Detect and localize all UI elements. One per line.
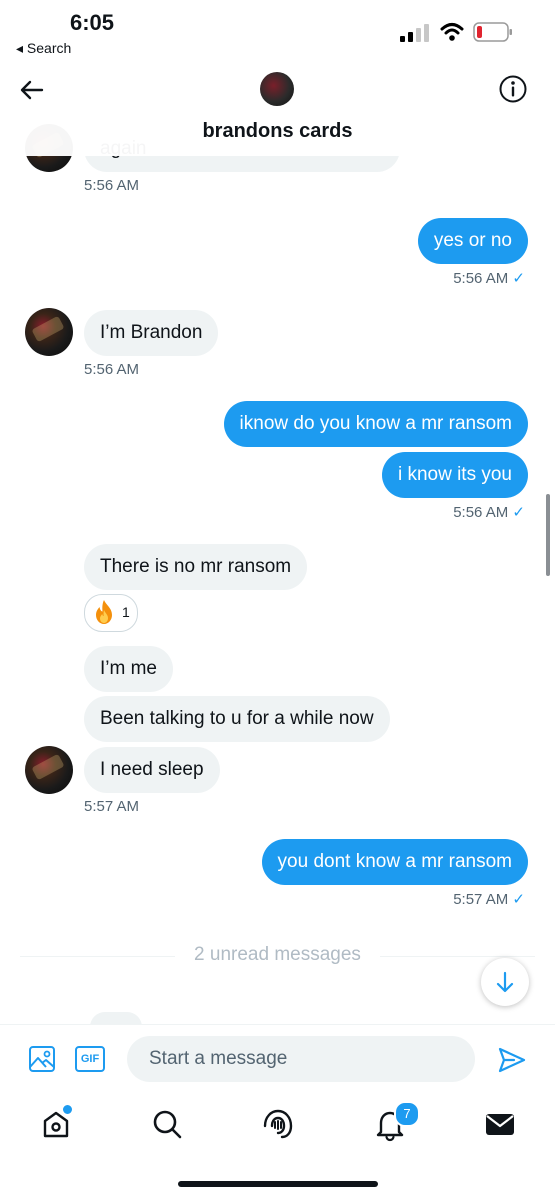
conversation-title[interactable]: brandons cards bbox=[0, 120, 555, 143]
message-bubble-outgoing[interactable]: i know its you bbox=[381, 452, 528, 498]
status-bar: 6:05 ◂ Search bbox=[0, 0, 555, 62]
message-timestamp: 5:57 AM ✓ bbox=[453, 891, 525, 908]
conversation-header: brandons cards bbox=[0, 62, 555, 156]
read-check-icon: ✓ bbox=[512, 270, 525, 287]
home-indicator[interactable] bbox=[178, 1181, 378, 1187]
unread-divider: 2 unread messages bbox=[20, 944, 535, 968]
gif-button[interactable]: GIF bbox=[75, 1046, 105, 1072]
message-bubble-incoming[interactable]: Been talking to u for a while now bbox=[84, 696, 390, 742]
message-bubble-outgoing[interactable]: iknow do you know a mr ransom bbox=[223, 401, 528, 447]
home-new-indicator bbox=[61, 1103, 74, 1116]
search-icon[interactable] bbox=[149, 1106, 185, 1142]
wifi-icon bbox=[440, 23, 464, 41]
spaces-icon[interactable] bbox=[260, 1106, 296, 1142]
message-timestamp: 5:56 AM bbox=[84, 361, 140, 378]
avatar[interactable] bbox=[25, 746, 73, 794]
message-composer: GIF bbox=[0, 1024, 555, 1095]
info-icon[interactable] bbox=[498, 74, 528, 104]
message-bubble-incoming[interactable]: I need sleep bbox=[84, 747, 220, 793]
avatar[interactable] bbox=[25, 308, 73, 356]
message-timestamp: 5:57 AM bbox=[84, 798, 140, 815]
unread-label: 2 unread messages bbox=[194, 944, 361, 965]
back-arrow-icon[interactable] bbox=[18, 76, 46, 104]
header-avatar[interactable] bbox=[260, 72, 294, 106]
back-to-app-link[interactable]: ◂ Search bbox=[16, 40, 71, 57]
message-bubble-incoming[interactable]: I’m Brandon bbox=[84, 310, 219, 356]
message-bubble-outgoing[interactable]: you dont know a mr ransom bbox=[261, 839, 528, 885]
cellular-signal-icon bbox=[400, 24, 429, 42]
reaction-count: 1 bbox=[122, 604, 130, 620]
scroll-to-bottom-button[interactable] bbox=[481, 958, 529, 1006]
message-timestamp: 5:56 AM bbox=[84, 177, 140, 194]
media-icon[interactable] bbox=[28, 1045, 56, 1073]
message-input[interactable] bbox=[127, 1036, 475, 1082]
message-bubble-outgoing[interactable]: yes or no bbox=[417, 218, 528, 264]
message-timestamp: 5:56 AM ✓ bbox=[453, 504, 525, 521]
mail-icon[interactable] bbox=[482, 1106, 518, 1142]
message-bubble-incoming[interactable]: I’m me bbox=[84, 646, 173, 692]
arrow-down-icon bbox=[496, 971, 514, 993]
message-timestamp: 5:56 AM ✓ bbox=[453, 270, 525, 287]
scrollbar[interactable] bbox=[546, 494, 550, 576]
message-bubble-incoming[interactable]: There is no mr ransom bbox=[84, 544, 308, 590]
status-time: 6:05 bbox=[70, 10, 115, 35]
reaction-pill[interactable]: 1 bbox=[84, 594, 138, 632]
read-check-icon: ✓ bbox=[512, 504, 525, 521]
battery-icon bbox=[473, 22, 512, 42]
fire-emoji-icon bbox=[96, 600, 112, 624]
send-icon[interactable] bbox=[497, 1045, 527, 1075]
read-check-icon: ✓ bbox=[512, 891, 525, 908]
notifications-badge: 7 bbox=[394, 1101, 420, 1127]
